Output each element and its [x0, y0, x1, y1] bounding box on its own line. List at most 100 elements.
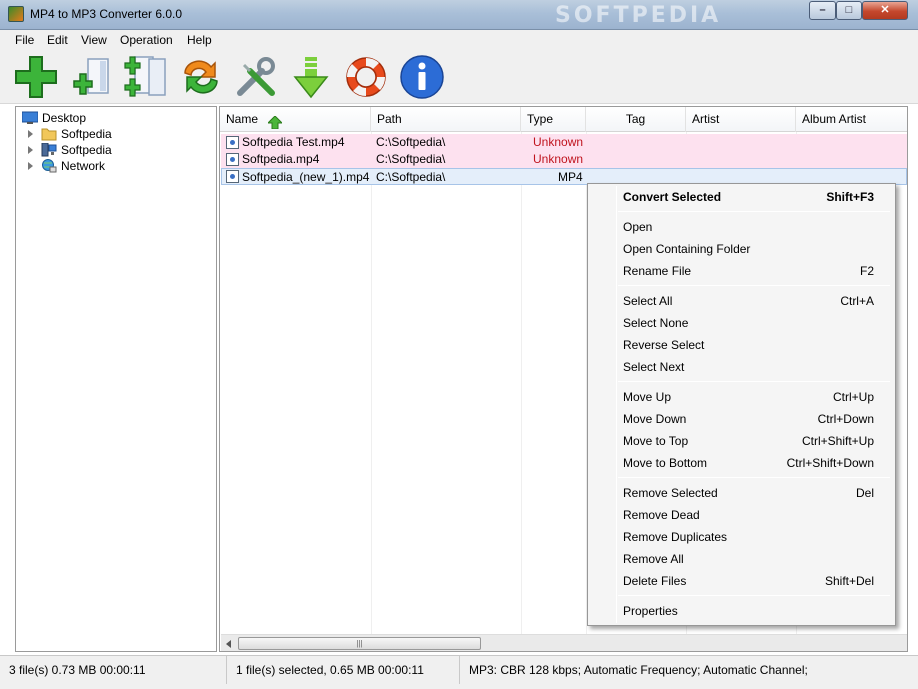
- context-menu: Convert Selected Shift+F3 Open Open Contain…: [587, 183, 896, 626]
- menu-item-move-up[interactable]: Move Up Ctrl+Up: [590, 386, 893, 408]
- help-lifebuoy-icon[interactable]: [342, 53, 390, 101]
- desktop-icon: [21, 111, 39, 125]
- maximize-button[interactable]: □: [836, 1, 862, 20]
- menu-item-label: Remove Duplicates: [623, 530, 728, 544]
- menu-separator: [618, 477, 890, 478]
- column-header-tag[interactable]: Tag: [586, 107, 686, 132]
- settings-tools-icon[interactable]: [232, 53, 280, 101]
- menu-item-label: Move Up: [623, 390, 672, 404]
- menu-item-label: Remove Dead: [623, 508, 700, 522]
- about-info-icon[interactable]: [398, 53, 446, 101]
- cell-path: C:\Softpedia\: [376, 152, 446, 166]
- convert-icon[interactable]: [177, 53, 225, 101]
- menu-edit[interactable]: Edit: [45, 32, 70, 48]
- menu-item-select-none[interactable]: Select None: [590, 312, 893, 334]
- media-file-icon: [226, 170, 239, 183]
- status-format: MP3: CBR 128 kbps; Automatic Frequency; …: [469, 663, 808, 677]
- menu-item-remove-selected[interactable]: Remove Selected Del: [590, 482, 893, 504]
- download-icon[interactable]: [287, 53, 335, 101]
- menu-item-label: Remove Selected: [623, 486, 718, 500]
- menu-item-label: Open Containing Folder: [623, 242, 751, 256]
- table-row[interactable]: Softpedia.mp4 C:\Softpedia\ Unknown: [221, 151, 907, 168]
- network-icon: [41, 159, 57, 173]
- menu-item-label: Move to Top: [623, 434, 689, 448]
- table-row[interactable]: Softpedia Test.mp4 C:\Softpedia\ Unknown: [221, 134, 907, 151]
- menu-separator: [618, 285, 890, 286]
- add-single-file-icon[interactable]: [66, 53, 114, 101]
- column-label: Name: [226, 112, 259, 126]
- menu-item-label: Rename File: [623, 264, 692, 278]
- menu-separator: [618, 211, 890, 212]
- menu-item-remove-dead[interactable]: Remove Dead: [590, 504, 893, 526]
- menu-item-select-next[interactable]: Select Next: [590, 356, 893, 378]
- menu-file[interactable]: File: [13, 32, 36, 48]
- folder-icon: [41, 127, 57, 141]
- column-header-type[interactable]: Type: [521, 107, 586, 132]
- menu-item-shortcut: Ctrl+Shift+Down: [786, 456, 874, 470]
- column-header-artist[interactable]: Artist: [686, 107, 796, 132]
- menu-item-shortcut: Del: [855, 486, 874, 500]
- menu-item-move-down[interactable]: Move Down Ctrl+Down: [590, 408, 893, 430]
- cell-path: C:\Softpedia\: [376, 170, 446, 184]
- menu-item-shortcut: Shift+F3: [826, 190, 874, 204]
- tree-label: Network: [61, 159, 106, 173]
- status-bar: 3 file(s) 0.73 MB 00:00:11 1 file(s) sel…: [0, 655, 918, 689]
- add-folder-icon[interactable]: [121, 53, 169, 101]
- scroll-left-icon[interactable]: [226, 640, 231, 648]
- window-title: MP4 to MP3 Converter 6.0.0: [30, 7, 183, 21]
- column-divider: [371, 132, 372, 635]
- cell-path: C:\Softpedia\: [376, 135, 446, 149]
- menu-item-reverse-select[interactable]: Reverse Select: [590, 334, 893, 356]
- column-header-name[interactable]: Name: [220, 107, 371, 132]
- status-selected: 1 file(s) selected, 0.65 MB 00:00:11: [227, 656, 460, 684]
- minimize-button[interactable]: –: [809, 1, 836, 20]
- menu-item-label: Select Next: [623, 360, 685, 374]
- menu-item-open-containing-folder[interactable]: Open Containing Folder: [590, 238, 893, 260]
- column-header-path[interactable]: Path: [371, 107, 521, 132]
- menu-item-convert-selected[interactable]: Convert Selected Shift+F3: [590, 186, 893, 208]
- menu-item-shortcut: Ctrl+A: [840, 294, 874, 308]
- expand-arrow-icon[interactable]: [28, 162, 33, 170]
- close-button[interactable]: ✕: [862, 1, 908, 20]
- menu-item-remove-duplicates[interactable]: Remove Duplicates: [590, 526, 893, 548]
- menu-view[interactable]: View: [79, 32, 109, 48]
- folder-tree[interactable]: Desktop Softpedia Softpedia Network: [15, 106, 217, 652]
- menu-item-shortcut: Ctrl+Up: [832, 390, 874, 404]
- menu-item-label: Select None: [623, 316, 689, 330]
- menu-item-remove-all[interactable]: Remove All: [590, 548, 893, 570]
- menu-help[interactable]: Help: [185, 32, 214, 48]
- menu-operation[interactable]: Operation: [118, 32, 175, 48]
- tree-label: Desktop: [42, 111, 87, 125]
- horizontal-scrollbar[interactable]: |||: [221, 634, 907, 651]
- menu-item-delete-files[interactable]: Delete Files Shift+Del: [590, 570, 893, 592]
- app-icon: [8, 6, 24, 22]
- menu-item-label: Move to Bottom: [623, 456, 708, 470]
- status-total: 3 file(s) 0.73 MB 00:00:11: [0, 656, 227, 684]
- menu-item-open[interactable]: Open: [590, 216, 893, 238]
- expand-arrow-icon[interactable]: [28, 130, 33, 138]
- menu-separator: [618, 595, 890, 596]
- menu-item-move-to-bottom[interactable]: Move to Bottom Ctrl+Shift+Down: [590, 452, 893, 474]
- cell-name: Softpedia_(new_1).mp4: [242, 170, 370, 184]
- column-divider: [521, 132, 522, 635]
- tree-label: Softpedia: [61, 127, 112, 141]
- expand-arrow-icon[interactable]: [28, 146, 33, 154]
- watermark: SOFTPEDIA: [555, 3, 722, 28]
- menu-item-shortcut: Shift+Del: [824, 574, 874, 588]
- menu-item-label: Convert Selected: [623, 190, 722, 204]
- add-files-icon[interactable]: [12, 53, 60, 101]
- menu-item-move-to-top[interactable]: Move to Top Ctrl+Shift+Up: [590, 430, 893, 452]
- column-header-album-artist[interactable]: Album Artist: [796, 107, 907, 132]
- tree-label: Softpedia: [61, 143, 112, 157]
- cell-name: Softpedia.mp4: [242, 152, 320, 166]
- menu-item-rename-file[interactable]: Rename File F2: [590, 260, 893, 282]
- cell-type: MP4: [558, 170, 583, 184]
- menu-item-label: Open: [623, 220, 653, 234]
- menu-item-select-all[interactable]: Select All Ctrl+A: [590, 290, 893, 312]
- cell-type: Unknown: [533, 152, 584, 166]
- scroll-thumb[interactable]: |||: [238, 637, 481, 650]
- cell-type: Unknown: [533, 135, 584, 149]
- menu-item-label: Select All: [623, 294, 673, 308]
- menu-item-label: Move Down: [623, 412, 687, 426]
- menu-item-properties[interactable]: Properties: [590, 600, 893, 622]
